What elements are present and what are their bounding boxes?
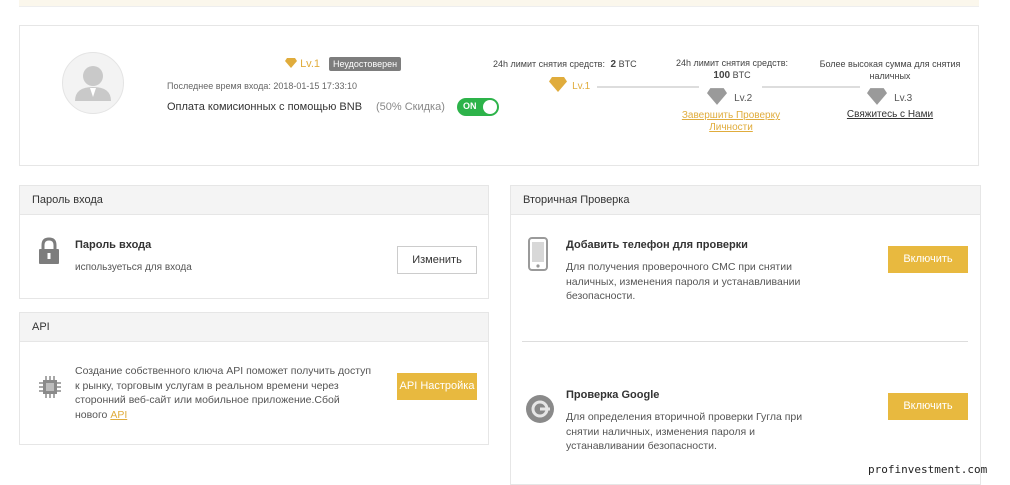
- last-login: Последнее время входа: 2018-01-15 17:33:…: [167, 81, 357, 91]
- bnb-fee-label: Оплата комисионных с помощью BNB: [167, 101, 363, 113]
- lv3-label: Lv.3: [894, 93, 913, 104]
- chip-icon: [38, 375, 62, 402]
- avatar: [62, 52, 124, 114]
- google-verification-desc: Для определения вторичной проверки Гугла…: [566, 411, 803, 452]
- limit-lv1-label: 24h лимит снятия средств:: [493, 59, 605, 69]
- diamond-gray-icon: [867, 88, 887, 105]
- secondary-verification-header: Вторичная Проверка: [511, 186, 980, 215]
- google-verification-title: Проверка Google: [566, 389, 660, 401]
- diamond-icon: [285, 58, 297, 68]
- api-desc-link[interactable]: API: [110, 409, 127, 421]
- lock-icon: [37, 237, 61, 268]
- login-password-desc: используеться для входа: [75, 262, 192, 273]
- login-password-section-title: Пароль входа: [32, 194, 103, 206]
- enable-google-button[interactable]: Включить: [888, 393, 968, 420]
- contact-us-link[interactable]: Свяжитесь с Нами: [840, 109, 940, 120]
- verification-badge: Неудостоверен: [329, 57, 402, 71]
- enable-phone-button[interactable]: Включить: [888, 246, 968, 273]
- lv3-marker: Lv.3: [867, 88, 912, 108]
- bnb-discount: (50% Скидка): [376, 101, 445, 113]
- api-section-title: API: [32, 321, 50, 333]
- limit-lv1-amount: 2: [610, 59, 617, 70]
- limit-lv1-unit: BTC: [618, 59, 637, 69]
- diamond-icon: [549, 77, 567, 92]
- lv2-marker: Lv.2: [707, 88, 752, 108]
- level-indicator: Lv.1: [285, 58, 320, 70]
- verification-badge-text: Неудостоверен: [329, 57, 402, 71]
- secondary-section-title: Вторичная Проверка: [523, 194, 630, 206]
- api-description: Создание собственного ключа API поможет …: [75, 364, 375, 422]
- divider: [522, 341, 968, 342]
- last-login-value: 2018-01-15 17:33:10: [273, 81, 357, 91]
- profile-card: [19, 25, 979, 166]
- bnb-toggle[interactable]: ON: [457, 98, 499, 116]
- progress-line-1: [597, 86, 699, 88]
- api-settings-button[interactable]: API Настройка: [397, 373, 477, 400]
- login-password-header: Пароль входа: [20, 186, 488, 215]
- change-password-button[interactable]: Изменить: [397, 246, 477, 274]
- limit-lv2-amount: 100: [713, 70, 731, 81]
- phone-verification-desc: Для получения проверочного СМС при сняти…: [566, 261, 801, 302]
- top-strip: [19, 0, 979, 7]
- api-header: API: [20, 313, 488, 342]
- watermark: profinvestment.com: [868, 463, 988, 476]
- user-icon: [75, 66, 111, 101]
- limit-lv3-label: Более высокая сумма для снятия наличных: [819, 59, 961, 81]
- diamond-gray-icon: [707, 88, 727, 105]
- toggle-state-text: ON: [463, 101, 477, 111]
- login-password-title: Пароль входа: [75, 239, 152, 251]
- lv1-marker: Lv.1: [549, 77, 590, 95]
- google-authenticator-icon: [525, 394, 555, 427]
- level-label: Lv.1: [300, 58, 321, 70]
- progress-line-2: [762, 86, 860, 88]
- toggle-knob: [483, 100, 497, 114]
- limit-lv2-unit: BTC: [732, 70, 751, 80]
- phone-verification-title: Добавить телефон для проверки: [566, 239, 748, 251]
- lv2-label: Lv.2: [734, 93, 753, 104]
- last-login-label: Последнее время входа:: [167, 81, 271, 91]
- complete-verification-link[interactable]: Завершить Проверку Личности: [670, 110, 792, 134]
- lv1-label: Lv.1: [572, 81, 591, 92]
- limit-lv1: 24h лимит снятия средств: 2 BTC: [493, 59, 637, 70]
- limit-lv2-label: 24h лимит снятия средств:: [676, 58, 788, 68]
- phone-icon: [528, 237, 548, 274]
- limit-lv2: 24h лимит снятия средств: 100 BTC: [664, 58, 800, 81]
